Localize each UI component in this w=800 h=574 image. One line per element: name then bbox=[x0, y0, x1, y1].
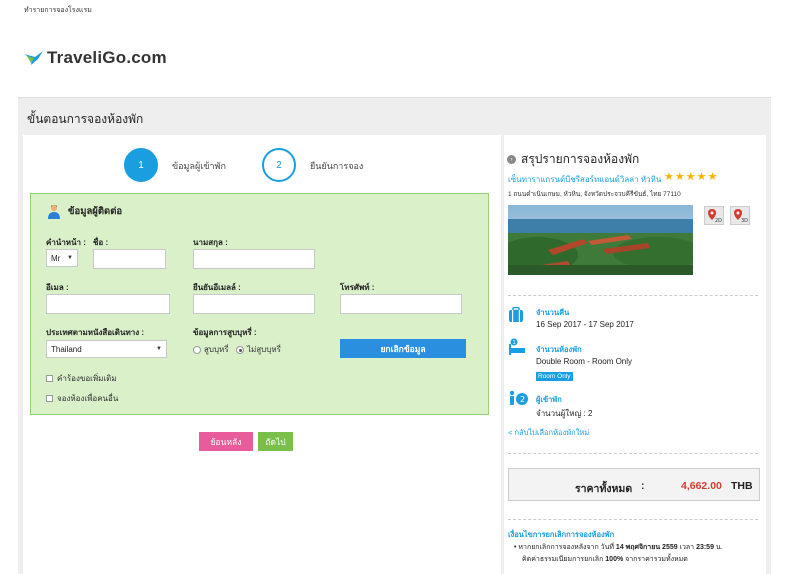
rooms-label: จำนวนห้องพัก bbox=[536, 345, 582, 354]
checkbox-box bbox=[46, 375, 53, 382]
cancellation-policy-line-1: • หากยกเลิกการจองหลังจาก วันที่ 14 พฤศจิ… bbox=[514, 544, 723, 551]
next-button[interactable]: ถัดไป bbox=[258, 432, 293, 451]
rooms-value: Double Room - Room Only bbox=[536, 357, 633, 366]
user-icon bbox=[48, 204, 60, 219]
back-to-room-selection-link[interactable]: < กลับไปเลือกห้องพักใหม่ bbox=[508, 427, 589, 439]
map-2d-text: 2D bbox=[715, 218, 722, 224]
hotel-name-link[interactable]: เซ็นทาราแกรนด์บีชรีสอร์ทแอนด์วิลล่า หัวห… bbox=[508, 173, 661, 186]
map-2d-button[interactable]: 2D bbox=[704, 206, 724, 225]
firstname-input[interactable] bbox=[93, 249, 166, 269]
phone-label: โทรศัพท์ : bbox=[340, 283, 375, 292]
summary-title-text: สรุปรายการจองห้องพัก bbox=[521, 152, 640, 166]
nights-value: 16 Sep 2017 - 17 Sep 2017 bbox=[536, 320, 634, 329]
divider bbox=[508, 453, 758, 454]
total-price-box: ราคาทั้งหมด : 4,662.00 THB bbox=[508, 468, 760, 501]
top-note: ทำรายการจองโรงแรม bbox=[24, 7, 92, 14]
divider bbox=[508, 295, 758, 296]
phone-input[interactable] bbox=[340, 294, 462, 314]
cancellation-policy-title: เงื่อนไขการยกเลิกการจองห้องพัก bbox=[508, 530, 615, 539]
smoking-label: ข้อมูลการสูบบุหรี่ : bbox=[193, 328, 257, 337]
star-rating: ★★★★★ bbox=[664, 171, 719, 183]
map-pin-icon: 3D bbox=[734, 209, 748, 224]
svg-text:1: 1 bbox=[513, 340, 516, 346]
booking-summary-column: › สรุปรายการจองห้องพัก เซ็นทาราแกรนด์บีช… bbox=[504, 135, 766, 574]
radio-label: สูบบุหรี่ bbox=[204, 345, 229, 354]
luggage-icon bbox=[509, 307, 523, 322]
back-button[interactable]: ย้อนหลัง bbox=[199, 432, 253, 451]
book-for-other-checkbox[interactable]: จองห้องเพื่อคนอื่น bbox=[46, 392, 118, 405]
checkbox-label: คำร้องขอเพิ่มเติม bbox=[57, 374, 117, 383]
guests-label: ผู้เข้าพัก bbox=[536, 395, 562, 404]
country-label: ประเทศตามหนังสือเดินทาง : bbox=[46, 328, 145, 337]
bird-logo-icon bbox=[24, 51, 43, 65]
step-1-label: ข้อมูลผู้เข้าพัก bbox=[172, 161, 226, 171]
hotel-photo-image bbox=[508, 205, 693, 275]
nights-label: จำนวนคืน bbox=[536, 308, 570, 317]
prefix-value: Mr bbox=[51, 253, 61, 263]
booking-panel: ขั้นตอนการจองห้องพัก 1 ข้อมูลผู้เข้าพัก … bbox=[18, 97, 771, 574]
smoking-radio-nonsmoker[interactable]: ไม่สูบบุหรี่ bbox=[236, 343, 281, 356]
summary-title: › สรุปรายการจองห้องพัก bbox=[507, 150, 639, 169]
logo-text: TraveliGo.com bbox=[47, 48, 167, 67]
step-2-indicator: 2 bbox=[262, 148, 296, 182]
radio-dot bbox=[236, 345, 244, 354]
checkbox-box bbox=[46, 395, 53, 402]
email-label: อีเมล : bbox=[46, 283, 69, 292]
email-input[interactable] bbox=[46, 294, 170, 314]
total-currency: THB bbox=[731, 480, 753, 492]
hotel-address: 1 ถนนดำเนินเกษม, หัวหิน, จังหวัดประจวบคี… bbox=[508, 191, 681, 198]
prefix-select[interactable]: Mr ▼ bbox=[46, 249, 78, 267]
country-select[interactable]: Thailand ▼ bbox=[46, 340, 167, 358]
total-label: ราคาทั้งหมด bbox=[575, 483, 633, 495]
extra-request-checkbox[interactable]: คำร้องขอเพิ่มเติม bbox=[46, 372, 117, 385]
map-3d-button[interactable]: 3D bbox=[730, 206, 750, 225]
email-confirm-input[interactable] bbox=[193, 294, 315, 314]
divider bbox=[508, 519, 758, 520]
total-colon: : bbox=[641, 480, 645, 492]
step-1-indicator: 1 bbox=[124, 148, 158, 182]
guests-value: จำนวนผู้ใหญ่ : 2 bbox=[536, 409, 593, 418]
contact-title: ข้อมูลผู้ติดต่อ bbox=[68, 205, 123, 217]
chevron-down-icon: ▼ bbox=[156, 346, 162, 352]
page-title: ขั้นตอนการจองห้องพัก bbox=[27, 112, 144, 126]
total-amount: 4,662.00 bbox=[681, 480, 722, 492]
lastname-input[interactable] bbox=[193, 249, 315, 269]
prefix-label: คำนำหน้า : bbox=[46, 238, 86, 247]
guests-icon: 2 bbox=[509, 390, 528, 405]
arrow-right-icon: › bbox=[507, 155, 516, 164]
firstname-label: ชื่อ : bbox=[93, 238, 109, 247]
email-confirm-label: ยืนยันอีเมลล์ : bbox=[193, 283, 241, 292]
contact-info-form: ข้อมูลผู้ติดต่อ คำนำหน้า : ชื่อ : นามสกุ… bbox=[30, 193, 489, 415]
country-value: Thailand bbox=[51, 344, 82, 354]
booking-form-column: 1 ข้อมูลผู้เข้าพัก 2 ยืนยันการจอง ข้อมูล… bbox=[23, 135, 501, 574]
map-pin-icon: 2D bbox=[708, 209, 722, 224]
radio-dot bbox=[193, 345, 201, 354]
radio-label: ไม่สูบบุหรี่ bbox=[247, 345, 281, 354]
chevron-down-icon: ▼ bbox=[67, 255, 73, 261]
step-2-label: ยืนยันการจอง bbox=[310, 161, 364, 171]
smoking-radio-smoker[interactable]: สูบบุหรี่ bbox=[193, 343, 229, 356]
map-3d-text: 3D bbox=[741, 218, 748, 224]
checkbox-label: จองห้องเพื่อคนอื่น bbox=[57, 394, 119, 403]
room-only-badge: Room Only bbox=[536, 372, 573, 381]
traveligo-logo[interactable]: TraveliGo.com bbox=[23, 47, 167, 69]
cancellation-policy-line-2: คิดค่าธรรมเนียมการยกเลิก 100% จากราคารวม… bbox=[522, 556, 688, 563]
bed-icon: 1 bbox=[509, 338, 525, 355]
hotel-photo bbox=[508, 205, 693, 275]
clear-data-button[interactable]: ยกเลิกข้อมูล bbox=[340, 339, 466, 358]
lastname-label: นามสกุล : bbox=[193, 238, 228, 247]
svg-text:2: 2 bbox=[520, 395, 525, 404]
contact-header: ข้อมูลผู้ติดต่อ bbox=[46, 203, 122, 219]
